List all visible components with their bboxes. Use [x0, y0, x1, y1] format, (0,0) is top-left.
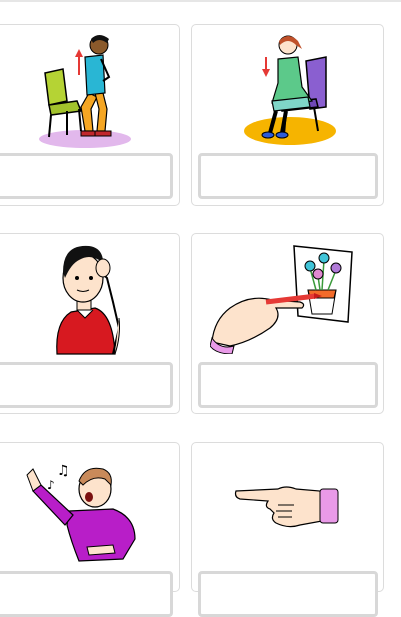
card-picture: [0, 25, 179, 153]
svg-text:♪: ♪: [47, 478, 55, 492]
answer-input[interactable]: [0, 571, 173, 617]
answer-input[interactable]: [198, 362, 378, 408]
exercise-card: ♫ ♪: [0, 442, 180, 617]
exercise-card: [0, 233, 180, 414]
card-picture: [0, 234, 179, 362]
answer-input[interactable]: [198, 571, 378, 617]
hand-pointing-illustration: [234, 486, 339, 528]
answer-input[interactable]: [0, 153, 173, 199]
girl-sitting-down-illustration: [244, 35, 336, 145]
card-picture: [192, 234, 383, 362]
answer-input[interactable]: [0, 362, 173, 408]
exercise-card: [191, 24, 384, 206]
man-singing-illustration: ♫ ♪: [26, 463, 136, 562]
man-standing-up-illustration: [39, 35, 131, 148]
card-picture: ♫ ♪: [0, 443, 179, 571]
exercise-card: [191, 442, 384, 617]
answer-input[interactable]: [198, 153, 378, 199]
exercise-card: [0, 24, 180, 206]
exercise-card: [191, 233, 384, 414]
svg-text:♫: ♫: [57, 463, 70, 479]
picture-exercise-grid: ♫ ♪: [0, 0, 401, 617]
boy-scratching-head-illustration: [56, 245, 121, 355]
card-picture: [192, 25, 383, 153]
card-picture: [192, 443, 383, 571]
hand-drawing-flowers-illustration: [210, 245, 353, 354]
